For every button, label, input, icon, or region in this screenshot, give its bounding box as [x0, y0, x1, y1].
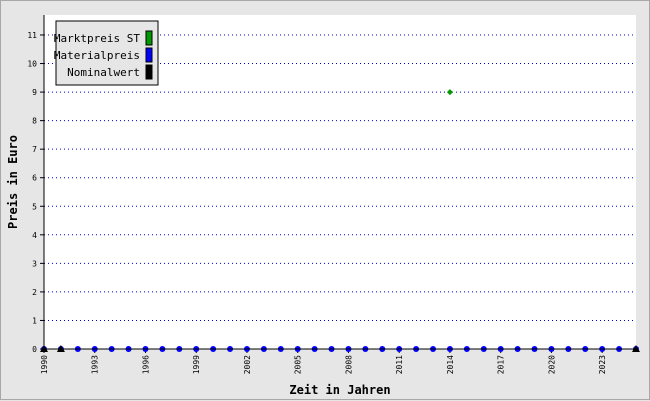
x-axis-ticks: 1990 1993 1996 1999 2002 2005 2008 2011 2014 2017… — [40, 349, 607, 374]
legend-swatch — [145, 64, 153, 80]
y-tick-label: 4 — [32, 231, 37, 240]
y-tick-label: 5 — [32, 202, 37, 211]
legend-swatch — [145, 30, 153, 46]
y-tick-label: 7 — [32, 145, 37, 154]
x-tick-label: 2020 — [547, 355, 556, 374]
chart-panel: 0 1 2 3 4 5 6 7 8 9 10 11 1990 1993 1996 1999 2002 2005 2… — [0, 0, 650, 400]
y-tick-label: 3 — [32, 259, 37, 268]
y-tick-label: 11 — [27, 31, 37, 40]
y-tick-label: 1 — [32, 316, 37, 325]
y-tick-label: 8 — [32, 117, 37, 126]
legend: Marktpreis ST Materialpreis Nominalwert — [54, 20, 159, 86]
x-tick-label: 1993 — [91, 355, 100, 374]
y-tick-label: 6 — [32, 174, 37, 183]
legend-swatch — [145, 47, 153, 63]
y-axis-ticks: 0 1 2 3 4 5 6 7 8 9 10 11 — [27, 31, 44, 354]
x-tick-label: 2005 — [294, 355, 303, 374]
x-axis-title: Zeit in Jahren — [289, 383, 390, 397]
y-tick-label: 0 — [32, 345, 37, 354]
y-tick-label: 2 — [32, 288, 37, 297]
x-tick-label: 2014 — [446, 355, 455, 374]
legend-label: Marktpreis ST — [54, 32, 140, 45]
legend-label: Nominalwert — [67, 66, 140, 79]
y-tick-label: 10 — [27, 60, 37, 69]
x-tick-label: 2008 — [344, 355, 353, 374]
x-tick-label: 2017 — [497, 355, 506, 374]
y-axis-title: Preis in Euro — [6, 135, 20, 229]
x-tick-label: 1990 — [40, 355, 49, 374]
x-tick-label: 2011 — [395, 355, 404, 374]
x-tick-label: 1996 — [141, 355, 150, 374]
y-tick-label: 9 — [32, 88, 37, 97]
legend-label: Materialpreis — [54, 49, 140, 62]
chart-svg: 0 1 2 3 4 5 6 7 8 9 10 11 1990 1993 1996 1999 2002 2005 2… — [6, 15, 640, 397]
x-tick-label: 2023 — [598, 355, 607, 374]
x-tick-label: 2002 — [243, 355, 252, 374]
x-tick-label: 1999 — [192, 355, 201, 374]
